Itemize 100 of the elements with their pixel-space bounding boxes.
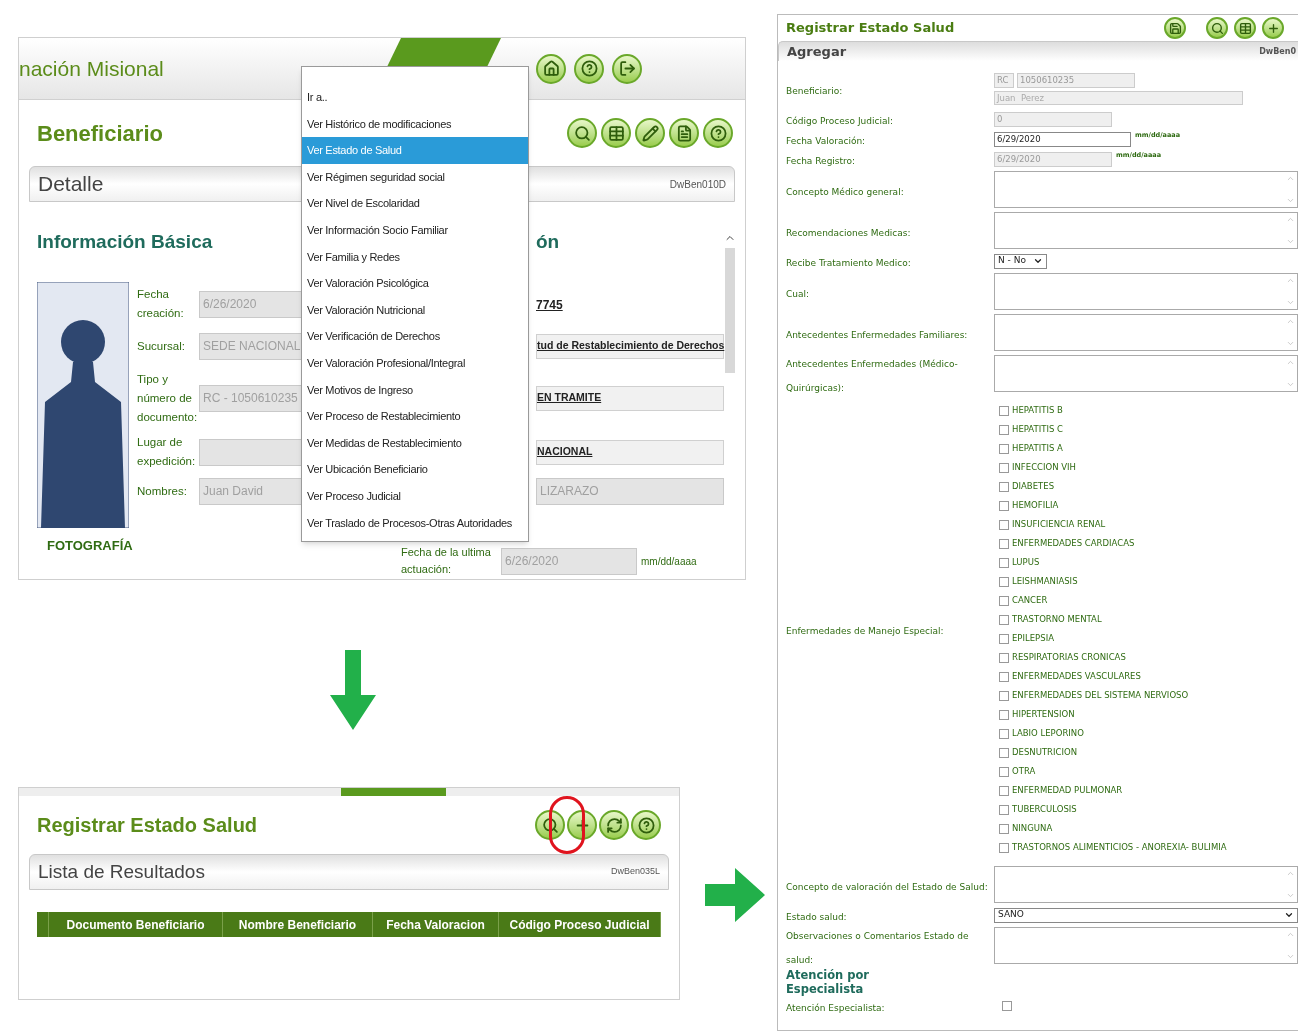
checkbox-label: LABIO LEPORINO — [1012, 727, 1084, 740]
scroll-down-icon[interactable] — [1286, 380, 1295, 389]
checkbox[interactable] — [999, 633, 1009, 644]
scroll-up-icon[interactable] — [1286, 215, 1295, 224]
checkbox-label: NINGUNA — [1012, 822, 1053, 835]
checkbox[interactable] — [999, 766, 1009, 777]
checkbox[interactable] — [999, 785, 1009, 796]
add-button[interactable] — [1262, 17, 1284, 39]
checkbox-label: TRASTORNOS ALIMENTICIOS - ANOREXIA- BULIMIA — [1012, 841, 1227, 854]
linked-field[interactable]: tud de Restablecimiento de Derechos — [536, 333, 724, 359]
checkbox[interactable] — [999, 823, 1009, 834]
checkbox[interactable] — [999, 500, 1009, 511]
text-area[interactable] — [994, 273, 1298, 310]
checkbox[interactable] — [999, 481, 1009, 492]
add-icon — [1266, 21, 1280, 35]
table-icon — [607, 124, 625, 142]
document-button[interactable] — [669, 118, 699, 148]
scroll-up-icon[interactable] — [1286, 930, 1295, 939]
table-header-cell — [37, 912, 49, 937]
menu-item[interactable]: Ir a.. — [302, 84, 528, 111]
scroll-up-icon[interactable] — [1286, 317, 1295, 326]
menu-item[interactable]: Ver Régimen seguridad social — [302, 163, 528, 191]
section-title: Detalle — [38, 171, 104, 198]
menu-item[interactable]: Ver Familia y Redes — [302, 243, 528, 271]
add-button[interactable] — [567, 810, 597, 840]
scroll-down-icon[interactable] — [1286, 196, 1295, 205]
search-icon — [541, 816, 559, 834]
refresh-button[interactable] — [599, 810, 629, 840]
section-code: DwBen0 — [1259, 45, 1297, 58]
scroll-down-icon[interactable] — [1286, 339, 1295, 348]
checkbox[interactable] — [999, 652, 1009, 663]
checkbox-label: ENFERMEDADES CARDIACAS — [1012, 537, 1135, 550]
record-link[interactable]: 7745 — [536, 298, 563, 312]
field-label: Antecedentes Enfermedades Familiares: — [786, 329, 968, 340]
checkbox[interactable] — [999, 538, 1009, 549]
checkbox-label: INFECCION VIH — [1012, 461, 1076, 474]
linked-field[interactable]: NACIONAL — [536, 439, 724, 465]
checkbox[interactable] — [999, 424, 1009, 435]
save-button[interactable] — [1164, 17, 1186, 39]
scroll-up-icon[interactable] — [1286, 358, 1295, 367]
checkbox[interactable] — [999, 671, 1009, 682]
help-button[interactable] — [574, 53, 604, 84]
logout-icon — [618, 60, 636, 77]
field-label: Estado salud: — [786, 912, 847, 922]
menu-item[interactable]: Ver Medidas de Restablecimiento — [302, 429, 528, 457]
help-button[interactable] — [631, 810, 661, 840]
scroll-down-icon[interactable] — [1286, 952, 1295, 961]
checkbox[interactable] — [999, 595, 1009, 606]
checkbox-label: DESNUTRICION — [1012, 746, 1077, 759]
document-icon — [675, 124, 693, 142]
checkbox[interactable] — [999, 576, 1009, 587]
checkbox[interactable] — [999, 557, 1009, 568]
checkbox[interactable] — [999, 614, 1009, 625]
checkbox[interactable] — [999, 804, 1009, 815]
checkbox[interactable] — [999, 443, 1009, 454]
pencil-button[interactable] — [635, 118, 665, 148]
text-area[interactable] — [994, 866, 1298, 903]
checkbox-label: TRASTORNO MENTAL — [1012, 613, 1102, 626]
checkbox[interactable] — [999, 519, 1009, 530]
checkbox-label: LUPUS — [1012, 556, 1040, 569]
checkbox-label: LEISHMANIASIS — [1012, 575, 1078, 588]
checkbox-label: INSUFICIENCIA RENAL — [1012, 518, 1106, 531]
table-button[interactable] — [1234, 17, 1256, 39]
text-area[interactable] — [994, 927, 1298, 964]
scroll-up-icon[interactable] — [1286, 174, 1295, 183]
home-button[interactable] — [536, 53, 566, 84]
scroll-down-icon[interactable] — [1286, 237, 1295, 246]
dropdown[interactable]: N - No — [994, 253, 1047, 269]
scroll-up-icon[interactable] — [1286, 869, 1295, 878]
checkbox[interactable] — [999, 728, 1009, 739]
field-value: SEDE NACIONAL — [203, 338, 301, 355]
help-button[interactable] — [703, 118, 733, 148]
text-area[interactable] — [994, 171, 1298, 208]
scroll-down-icon[interactable] — [1286, 891, 1295, 900]
checkbox-label: HEPATITIS B — [1012, 404, 1063, 417]
dropdown[interactable]: SANO — [994, 907, 1298, 923]
text-area[interactable] — [994, 314, 1298, 351]
linked-field[interactable]: EN TRAMITE — [536, 385, 724, 411]
text-area[interactable] — [994, 355, 1298, 392]
checkbox[interactable] — [999, 462, 1009, 473]
checkbox[interactable] — [999, 747, 1009, 758]
checkbox[interactable] — [999, 690, 1009, 701]
checkbox[interactable] — [1002, 1001, 1012, 1011]
checkbox[interactable] — [999, 842, 1009, 853]
field-label: Concepto Médico general: — [786, 186, 904, 197]
text-area[interactable] — [994, 212, 1298, 249]
table-button[interactable] — [601, 118, 631, 148]
checkbox[interactable] — [999, 709, 1009, 720]
scroll-up-icon[interactable] — [1286, 276, 1295, 285]
checkbox[interactable] — [999, 405, 1009, 416]
text-field[interactable]: 6/29/2020 — [994, 131, 1131, 147]
menu-item[interactable]: Ver Histórico de modificaciones — [302, 110, 528, 138]
menu-item[interactable]: Ver Información Socio Familiar — [302, 216, 528, 244]
scroll-down-icon[interactable] — [1286, 298, 1295, 307]
menu-item[interactable]: Ver Traslado de Procesos-Otras Autoridades — [302, 509, 528, 537]
search-button[interactable] — [567, 118, 597, 148]
menu-item[interactable]: Ver Nivel de Escolaridad — [302, 190, 528, 217]
checkbox-label: HEPATITIS A — [1012, 442, 1063, 455]
logout-button[interactable] — [612, 53, 642, 84]
search-button[interactable] — [1206, 17, 1228, 39]
